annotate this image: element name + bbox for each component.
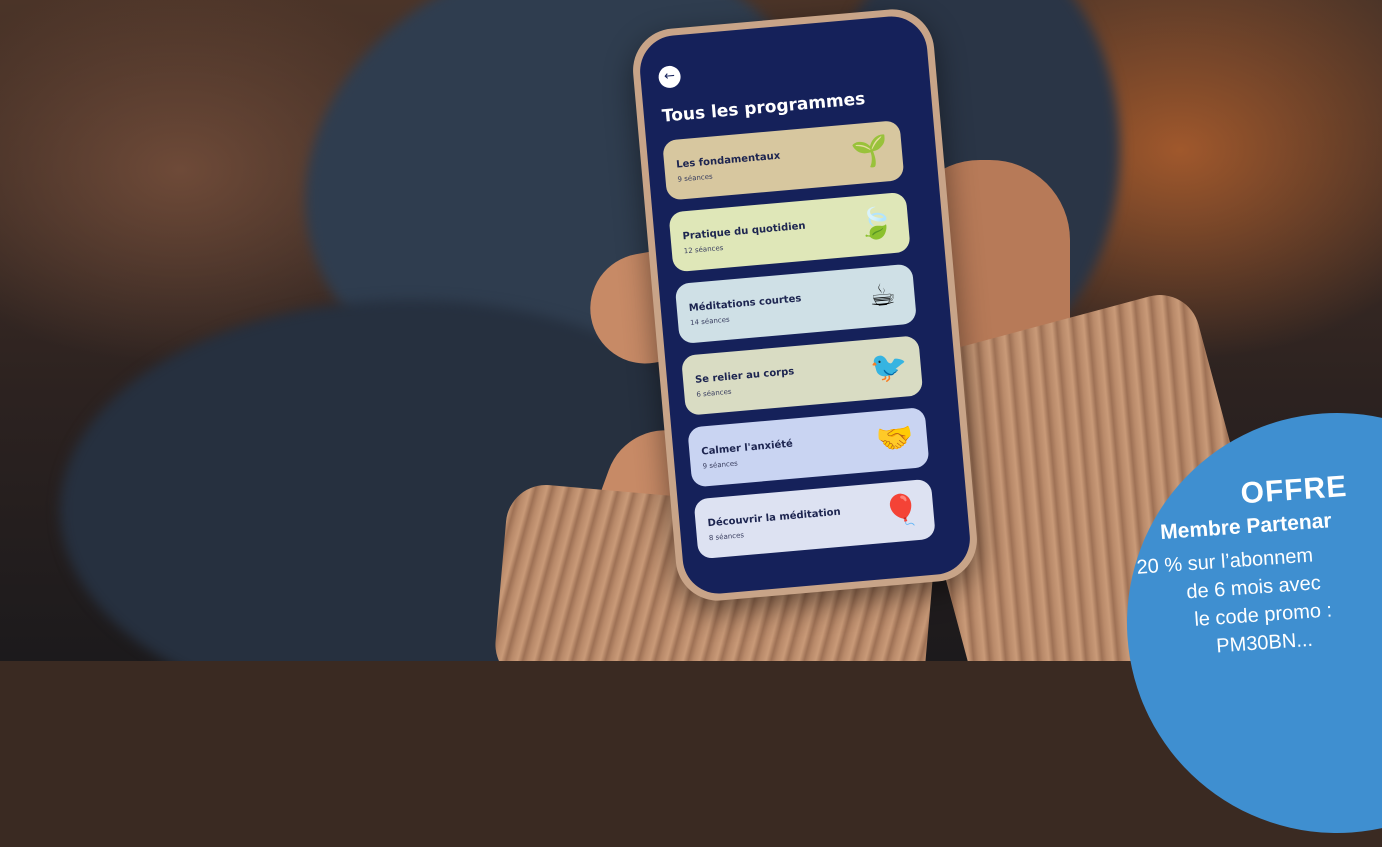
back-button[interactable]: ← (657, 65, 682, 89)
program-card[interactable]: Découvrir la méditation 8 séances 🎈 (693, 478, 936, 560)
program-sessions: 9 séances (702, 459, 739, 471)
app-screen: ← Tous les programmes Les fondamentaux 9… (637, 13, 973, 597)
program-name: Méditations courtes (688, 293, 802, 315)
program-sessions: 6 séances (696, 387, 732, 399)
program-name: Pratique du quotidien (682, 220, 806, 243)
program-sessions: 12 séances (683, 243, 724, 256)
program-card[interactable]: Calmer l'anxiété 9 séances 🤝 (687, 406, 930, 488)
page-title: Tous les programmes (661, 89, 867, 127)
holding-hands-icon: 🤝 (874, 420, 916, 459)
program-name: Découvrir la méditation (707, 506, 842, 530)
program-name: Les fondamentaux (675, 150, 781, 171)
program-name: Calmer l'anxiété (700, 438, 794, 458)
program-sessions: 8 séances (708, 531, 745, 543)
offer-title: OFFRE (1239, 469, 1349, 511)
program-card[interactable]: Pratique du quotidien 12 séances 🍃 (668, 191, 911, 273)
program-sessions: 9 séances (677, 172, 713, 184)
tree-stump-icon: 🌱 (849, 133, 891, 172)
hot-air-balloon-icon: 🎈 (881, 491, 922, 530)
promo-code: PM30BN... (1215, 628, 1314, 658)
program-card[interactable]: Méditations courtes 14 séances ☕ (674, 263, 918, 345)
bird-icon: 🐦 (868, 348, 909, 387)
program-card[interactable]: Se relier au corps 6 séances 🐦 (680, 335, 924, 416)
program-name: Se relier au corps (694, 366, 795, 386)
offer-line: de 6 mois avec (1185, 572, 1322, 604)
leaf-stones-icon: 🍃 (856, 204, 897, 244)
arrow-left-icon: ← (663, 68, 676, 85)
offer-line: le code promo : (1193, 599, 1333, 631)
offer-subtitle: Membre Partenar (1159, 509, 1333, 545)
program-card[interactable]: Les fondamentaux 9 séances 🌱 (662, 120, 905, 201)
smartphone: ← Tous les programmes Les fondamentaux 9… (629, 5, 981, 605)
coffee-cup-icon: ☕ (867, 277, 898, 315)
program-sessions: 14 séances (689, 315, 730, 328)
